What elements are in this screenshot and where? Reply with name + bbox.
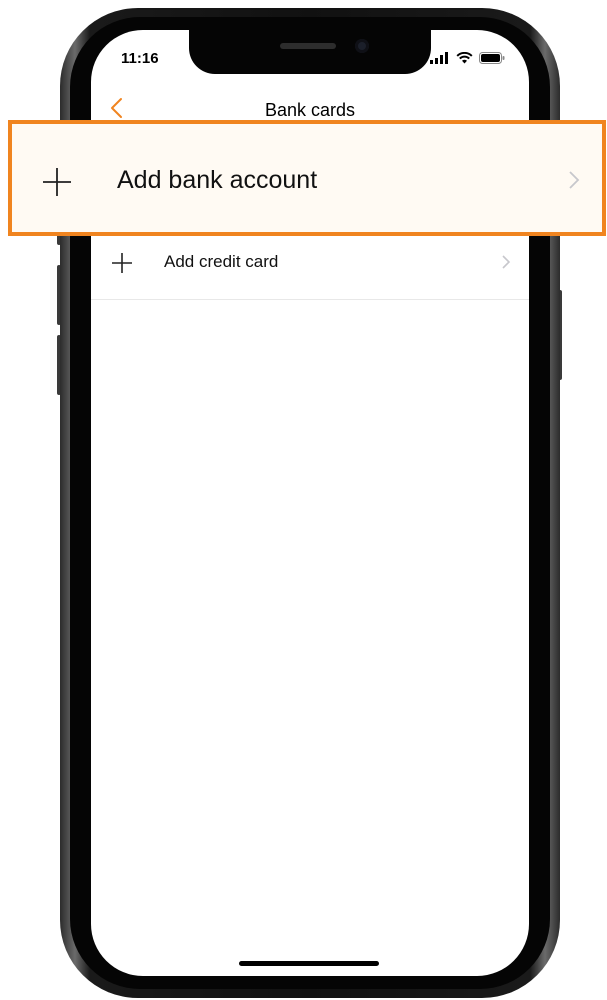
page-title: Bank cards — [264, 100, 356, 120]
add-credit-card-label: Add credit card — [164, 252, 279, 271]
home-indicator — [239, 961, 379, 966]
speaker-grille — [280, 43, 336, 49]
notch — [189, 30, 431, 74]
chevron-right-icon — [502, 255, 511, 269]
screenshot-canvas: 11:16 Bank cards Add credit card Add ban… — [0, 0, 607, 1000]
add-bank-account-row[interactable]: Add bank account — [8, 120, 606, 236]
chevron-right-icon — [569, 171, 580, 189]
plus-icon — [43, 168, 71, 196]
wifi-icon — [456, 52, 473, 64]
plus-icon — [112, 253, 132, 273]
add-bank-account-label: Add bank account — [117, 166, 318, 194]
status-time: 11:16 — [121, 50, 159, 67]
signal-icon — [430, 52, 448, 64]
status-icons — [430, 52, 505, 64]
front-camera — [355, 39, 369, 53]
battery-icon — [479, 52, 505, 64]
add-credit-card-row[interactable]: Add credit card — [91, 230, 529, 300]
